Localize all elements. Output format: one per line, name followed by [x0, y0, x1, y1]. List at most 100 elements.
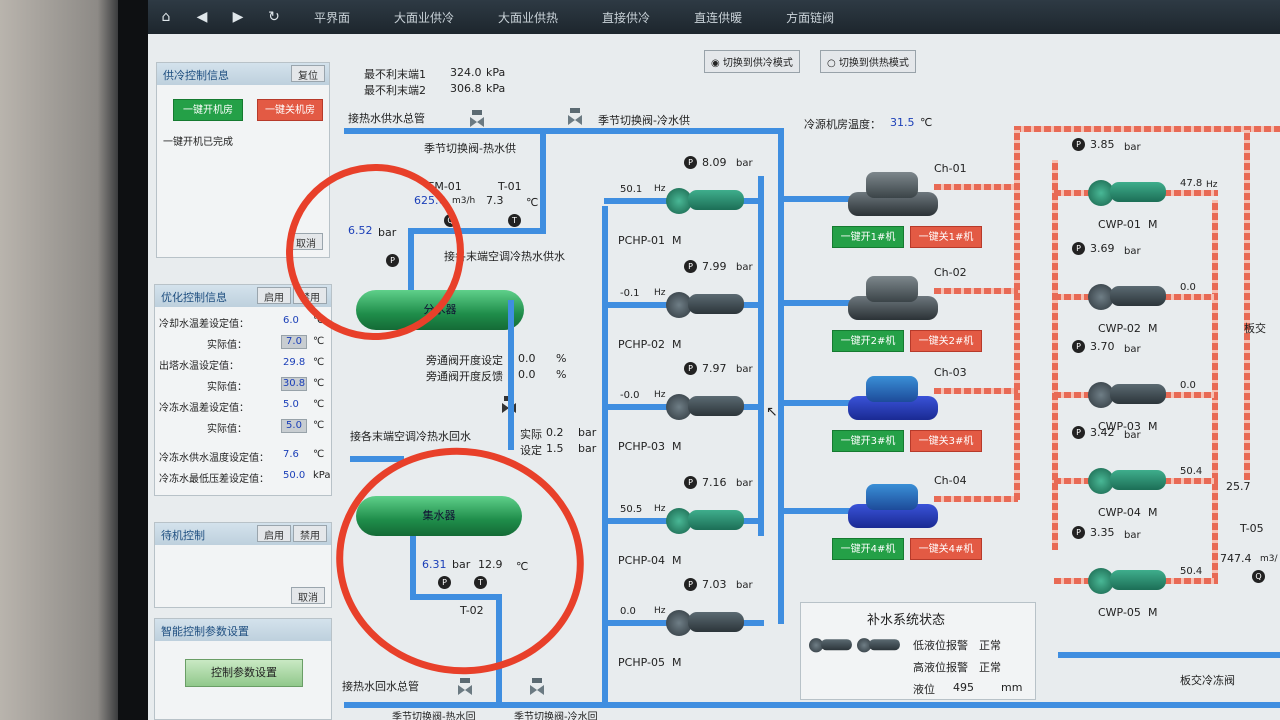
- mode-cool-radio[interactable]: ◉ 切换到供冷模式: [704, 50, 800, 73]
- pump-pressure-unit: bar: [736, 262, 753, 273]
- right-t05-label: T-05: [1240, 522, 1264, 535]
- season-valve-cold-return[interactable]: [530, 678, 544, 696]
- pump-pchp-01[interactable]: [666, 186, 744, 216]
- supply-main-pipe: [344, 128, 784, 134]
- mode-heat-radio[interactable]: ○ 切换到供热模式: [820, 50, 916, 73]
- wall-background: [0, 0, 122, 720]
- setpoint-label: 设定: [520, 444, 542, 457]
- chiller-cw-pipe: [934, 184, 1018, 190]
- chiller-start-button[interactable]: 一键开2#机: [832, 330, 904, 352]
- chiller-ch-01[interactable]: [848, 170, 938, 218]
- chiller-compressor: [866, 172, 918, 198]
- chiller-chw-pipe: [780, 300, 852, 306]
- pump-pchp-02[interactable]: [666, 290, 744, 320]
- refresh-icon[interactable]: ↻: [256, 9, 292, 25]
- t01-unit: ℃: [526, 196, 539, 209]
- pump-m-label: M: [672, 234, 682, 247]
- opt-row-value[interactable]: 30.8: [281, 377, 307, 391]
- chiller-cw-pipe: [934, 288, 1018, 294]
- cwp-name: CWP-01: [1098, 218, 1141, 231]
- opt-row-label: 冷冻水最低压差设定值：: [159, 474, 269, 485]
- pump-cwp-04[interactable]: [1088, 466, 1166, 496]
- cwp-name: CWP-02: [1098, 322, 1141, 335]
- home-icon[interactable]: ⌂: [148, 9, 184, 25]
- pump-pressure-unit: bar: [736, 364, 753, 375]
- cwp-pressure-unit: bar: [1124, 344, 1141, 355]
- start-all-button[interactable]: 一键开机房: [173, 99, 243, 121]
- season-valve-hot-return[interactable]: [458, 678, 472, 696]
- opt-row-unit: ℃: [313, 399, 325, 410]
- opt-row-value[interactable]: 5.0: [283, 399, 299, 410]
- chiller-stop-button[interactable]: 一键关1#机: [910, 226, 982, 248]
- actual-label: 实际: [520, 428, 542, 441]
- opt-row-value[interactable]: 7.0: [281, 335, 307, 349]
- cwp-m-label: M: [1148, 420, 1158, 433]
- pump-pressure-gauge-icon: P: [684, 578, 697, 591]
- standby-enable-button[interactable]: 启用: [257, 525, 291, 542]
- chiller-ch-03[interactable]: [848, 374, 938, 422]
- tab-cooling[interactable]: 大面业供冷: [372, 9, 476, 26]
- forward-icon[interactable]: ▶: [220, 9, 256, 25]
- top-nav: ⌂ ◀ ▶ ↻ 平界面 大面业供冷 大面业供热 直接供冷 直连供暖 方面链阀: [148, 0, 1280, 34]
- chiller-stop-button[interactable]: 一键关2#机: [910, 330, 982, 352]
- opt-row-value[interactable]: 7.6: [283, 449, 299, 460]
- pump-motor: [1110, 182, 1166, 202]
- stop-all-button[interactable]: 一键关机房: [257, 99, 323, 121]
- pump-m-label: M: [672, 338, 682, 351]
- cwp-pressure-value: 3.85: [1090, 138, 1115, 151]
- tab-direct-heat[interactable]: 直连供暖: [672, 9, 764, 26]
- pump-pchp-04[interactable]: [666, 506, 744, 536]
- pump-pressure-gauge-icon: P: [684, 362, 697, 375]
- standby-cancel-button[interactable]: 取消: [291, 587, 325, 604]
- pump-cwp-03[interactable]: [1088, 380, 1166, 410]
- opt-row-label: 冷冻水供水温度设定值：: [159, 453, 269, 464]
- tab-valves[interactable]: 方面链阀: [764, 9, 856, 26]
- pump-motor: [688, 190, 744, 210]
- opt-row-unit: ℃: [313, 378, 325, 389]
- chiller-stop-button[interactable]: 一键关3#机: [910, 430, 982, 452]
- control-params-button[interactable]: 控制参数设置: [185, 659, 303, 687]
- standby-title: 待机控制: [161, 529, 205, 542]
- season-valve-cold-supply[interactable]: [568, 108, 582, 126]
- chiller-stop-button[interactable]: 一键关4#机: [910, 538, 982, 560]
- pump-m-label: M: [672, 440, 682, 453]
- pump-pchp-05[interactable]: [666, 608, 744, 638]
- cwp-hz-value: 0.0: [1180, 380, 1196, 391]
- room-temp-label: 冷源机房温度：: [804, 118, 881, 131]
- pump-pressure-value: 7.03: [702, 578, 727, 591]
- cwp-pressure-gauge-icon: P: [1072, 426, 1085, 439]
- chiller-ch-02[interactable]: [848, 274, 938, 322]
- opt-row-value[interactable]: 29.8: [283, 357, 305, 368]
- standby-disable-button[interactable]: 禁用: [293, 525, 327, 542]
- opt-row-value[interactable]: 6.0: [283, 315, 299, 326]
- pump-hz-unit: Hz: [654, 504, 666, 514]
- cwp-pressure-value: 3.70: [1090, 340, 1115, 353]
- chiller-start-button[interactable]: 一键开3#机: [832, 430, 904, 452]
- chiller-ch-04[interactable]: [848, 482, 938, 530]
- pump-motor: [688, 510, 744, 530]
- pump-hz-value: -0.1: [620, 288, 640, 299]
- cwp-pressure-unit: bar: [1124, 430, 1141, 441]
- pump-cwp-01[interactable]: [1088, 178, 1166, 208]
- opt-enable-button[interactable]: 启用: [257, 287, 291, 304]
- back-icon[interactable]: ◀: [184, 9, 220, 25]
- reset-button[interactable]: 复位: [291, 65, 325, 82]
- tab-heating[interactable]: 大面业供热: [476, 9, 580, 26]
- pump-cwp-02[interactable]: [1088, 282, 1166, 312]
- tab-main[interactable]: 平界面: [292, 9, 372, 26]
- opt-row-value[interactable]: 50.0: [283, 470, 305, 481]
- pump-hz-unit: Hz: [654, 288, 666, 298]
- right-flow-gauge-icon: Q: [1252, 570, 1265, 583]
- pump-m-label: M: [672, 554, 682, 567]
- opt-row-label: 实际值：: [207, 340, 247, 351]
- pump-cwp-05[interactable]: [1088, 566, 1166, 596]
- opt-row-value[interactable]: 5.0: [281, 419, 307, 433]
- chiller-chw-pipe: [780, 508, 852, 514]
- chiller-start-button[interactable]: 一键开1#机: [832, 226, 904, 248]
- pump-hz-value: 50.5: [620, 504, 643, 515]
- season-valve-hot-supply[interactable]: [470, 110, 484, 128]
- pump-pressure-gauge-icon: P: [684, 260, 697, 273]
- tab-direct-cool[interactable]: 直接供冷: [580, 9, 672, 26]
- chiller-start-button[interactable]: 一键开4#机: [832, 538, 904, 560]
- pump-pchp-03[interactable]: [666, 392, 744, 422]
